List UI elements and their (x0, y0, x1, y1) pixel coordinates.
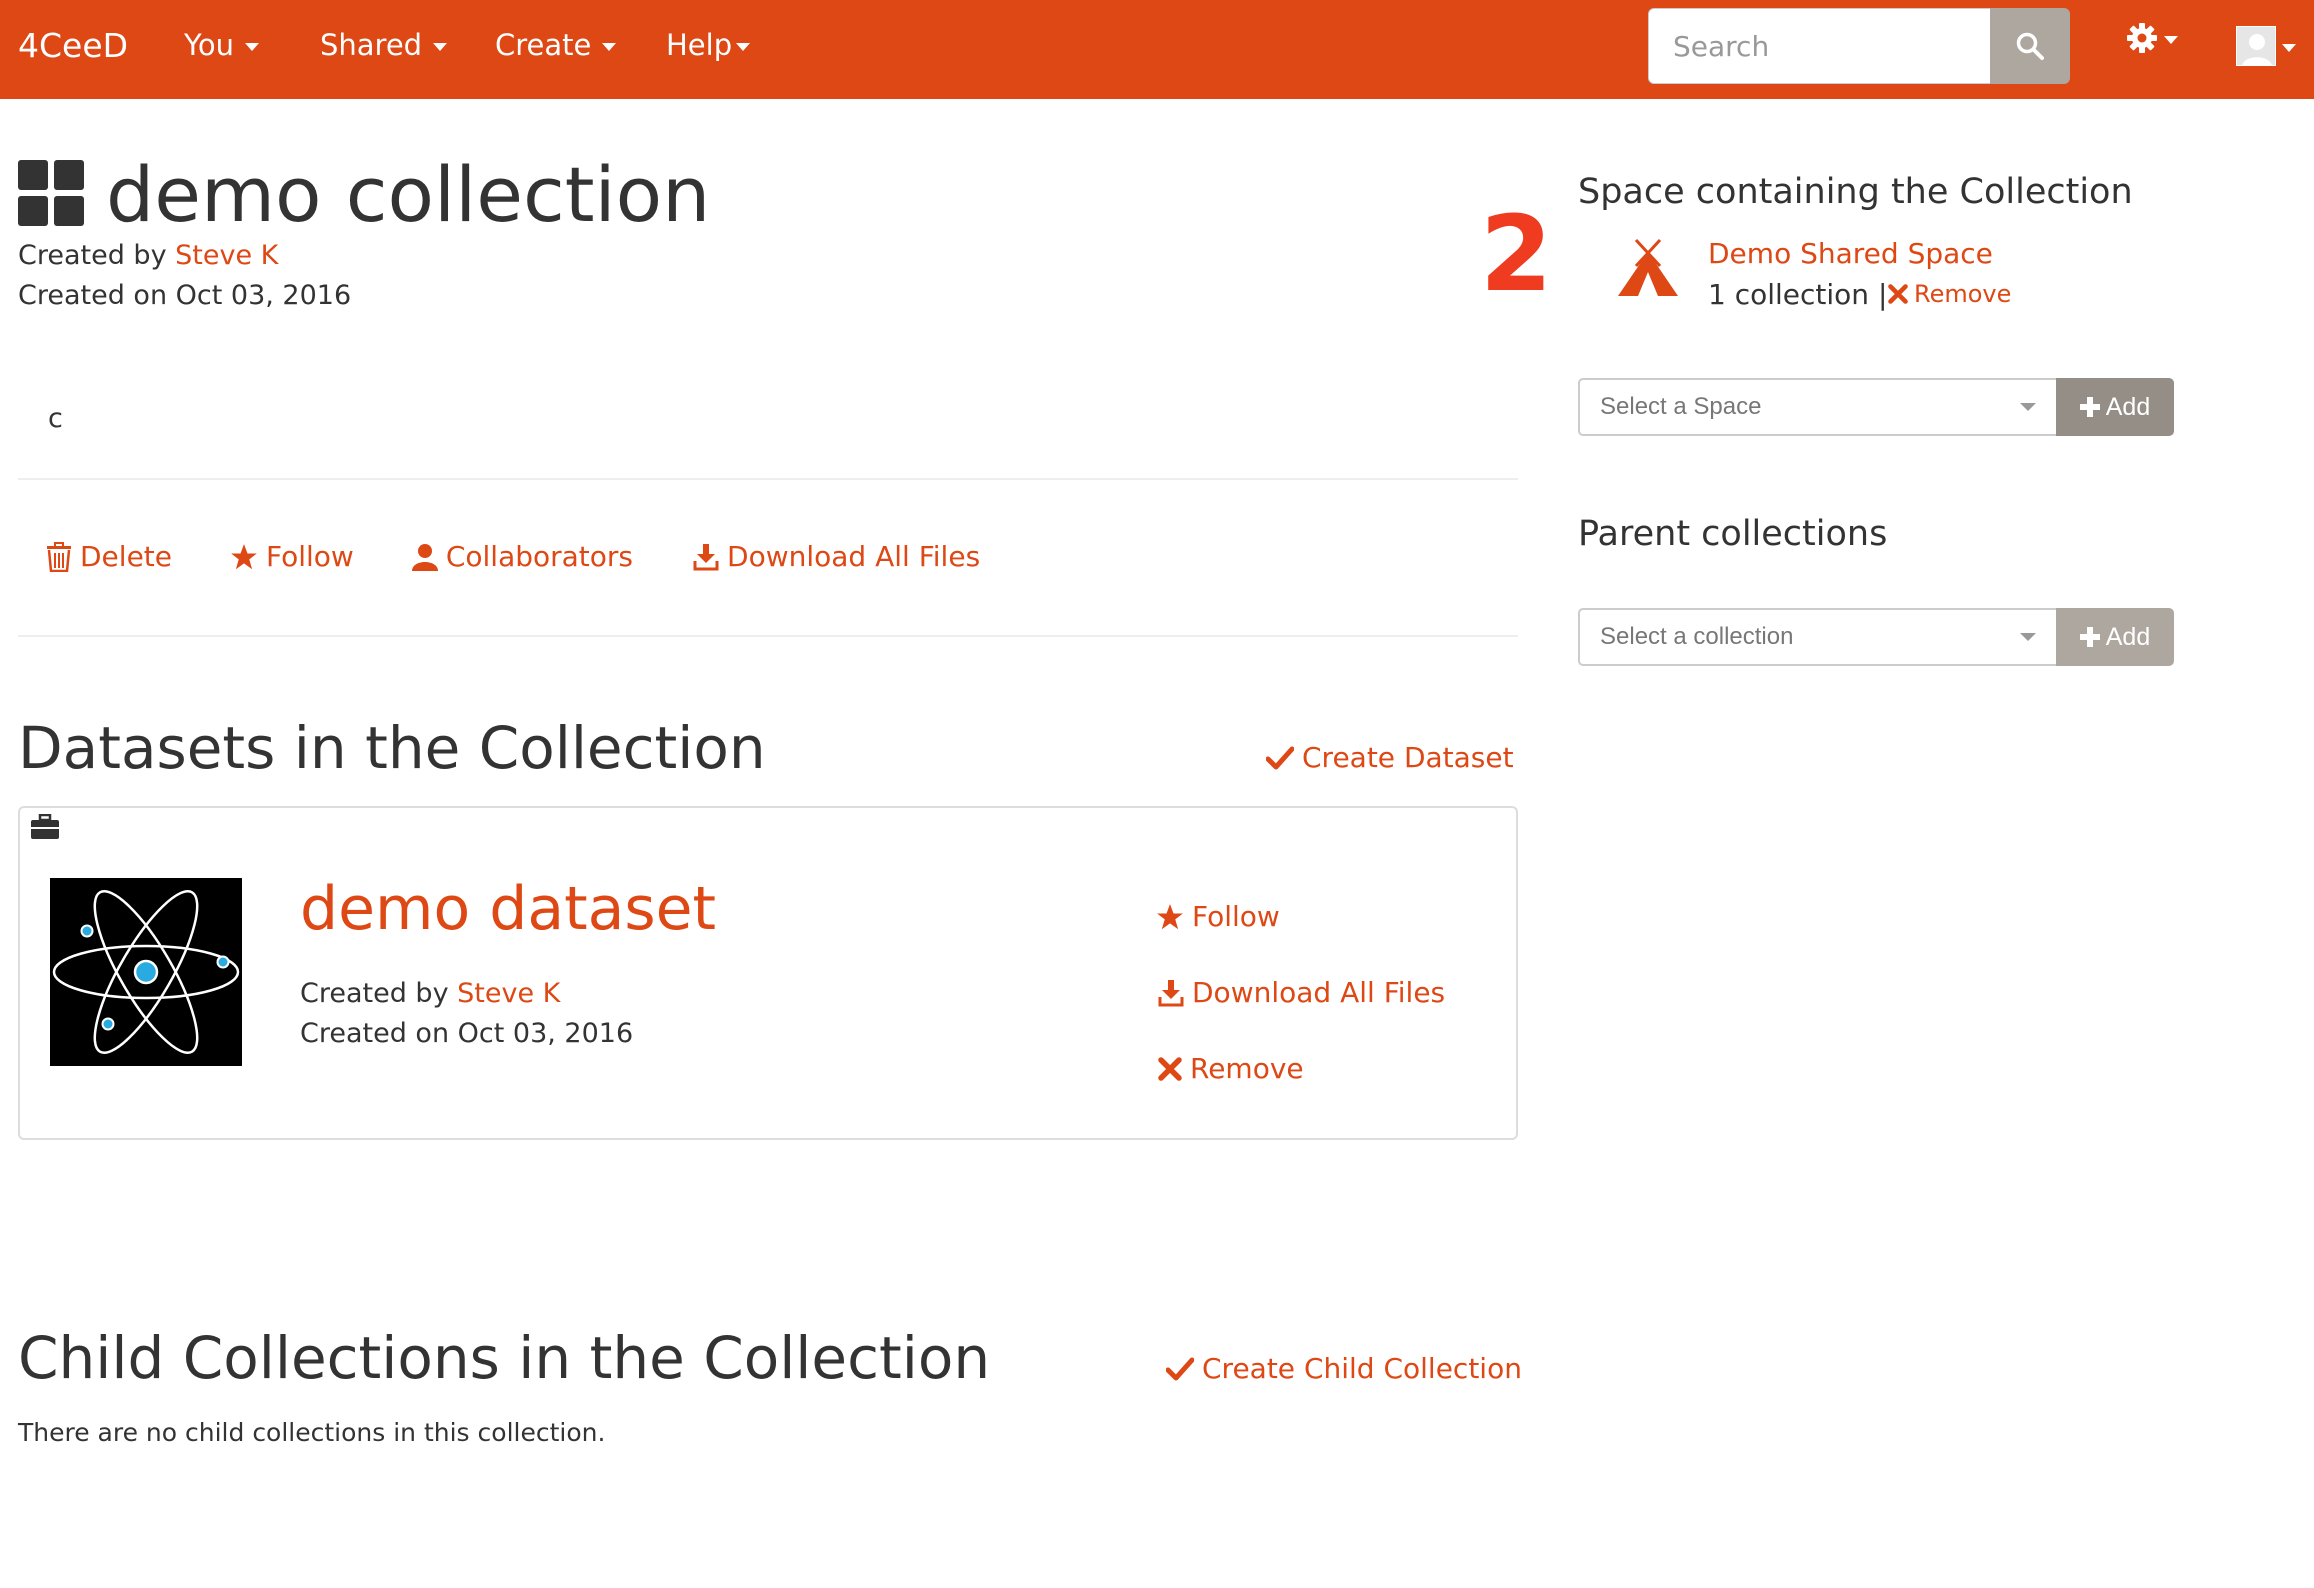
collection-select-placeholder: Select a collection (1600, 623, 1794, 650)
dataset-follow-label: Follow (1192, 900, 1280, 933)
space-remove-button[interactable]: Remove (1888, 280, 2011, 308)
add-parent-collection-label: Add (2105, 622, 2151, 651)
nav-menu-you[interactable]: You (184, 28, 259, 62)
collection-description: c (48, 403, 63, 434)
collection-created-on: Created on Oct 03, 2016 (18, 280, 352, 311)
trash-icon (47, 541, 71, 572)
caret-down-icon (602, 42, 617, 51)
collection-created-by: Created by Steve K (18, 240, 278, 271)
download-all-files-label: Download All Files (727, 540, 981, 573)
dataset-remove-button[interactable]: Remove (1158, 1052, 1304, 1085)
create-child-collection-label: Create Child Collection (1202, 1352, 1522, 1385)
caret-down-icon (2020, 633, 2036, 641)
nav-menu-shared-label: Shared (320, 28, 423, 62)
nav-menu-create-label: Create (495, 28, 592, 62)
star-icon (231, 543, 257, 569)
delete-button[interactable]: Delete (46, 540, 172, 573)
nav-menu-help-label: Help (666, 28, 733, 62)
dataset-created-on: Created on Oct 03, 2016 (300, 1018, 634, 1049)
datasets-heading: Datasets in the Collection (18, 714, 766, 782)
collection-select[interactable]: Select a collection (1578, 608, 2056, 666)
caret-down-icon (433, 42, 448, 51)
space-remove-label: Remove (1914, 280, 2012, 308)
dataset-card: demo dataset Created by Steve K Created … (18, 806, 1518, 1140)
nav-menu-help[interactable]: Help (666, 28, 751, 62)
close-icon (1158, 1056, 1182, 1081)
child-collections-heading: Child Collections in the Collection (18, 1324, 991, 1392)
user-avatar-icon (2237, 27, 2275, 65)
nav-menu-shared[interactable]: Shared (320, 28, 448, 62)
check-icon (1266, 746, 1294, 769)
caret-down-icon (2164, 35, 2178, 44)
divider (18, 478, 1518, 480)
dataset-follow-button[interactable]: Follow (1156, 900, 1280, 933)
user-icon (411, 543, 438, 571)
create-dataset-link[interactable]: Create Dataset (1266, 741, 1514, 774)
plus-icon (2079, 397, 2100, 417)
collection-actions: Delete Follow Collaborators Download All… (46, 540, 980, 573)
created-by-label: Created by (18, 240, 176, 271)
collection-grid-icon (18, 160, 84, 226)
settings-menu[interactable] (2126, 22, 2178, 54)
dataset-download-label: Download All Files (1192, 976, 1446, 1009)
add-space-button[interactable]: Add (2056, 378, 2174, 436)
check-icon (1166, 1357, 1194, 1380)
no-child-collections-text: There are no child collections in this c… (18, 1418, 606, 1447)
page-title: demo collection (106, 150, 711, 239)
user-avatar[interactable] (2236, 26, 2276, 66)
atom-icon (50, 878, 242, 1066)
close-icon (1888, 284, 1908, 304)
dataset-remove-label: Remove (1190, 1052, 1304, 1085)
create-child-collection-link[interactable]: Create Child Collection (1166, 1352, 1522, 1385)
brand-logo[interactable]: 4CeeD (18, 26, 128, 65)
plus-icon (2079, 627, 2100, 647)
search-button[interactable] (1990, 8, 2070, 84)
dataset-author-link[interactable]: Steve K (457, 978, 560, 1009)
create-dataset-label: Create Dataset (1302, 741, 1514, 774)
caret-down-icon[interactable] (2282, 44, 2296, 52)
caret-down-icon (736, 42, 751, 51)
download-all-files-button[interactable]: Download All Files (693, 540, 980, 573)
divider (18, 635, 1518, 637)
follow-label: Follow (266, 540, 354, 573)
briefcase-icon (31, 814, 59, 839)
space-heading: Space containing the Collection (1578, 172, 2133, 212)
parent-collections-heading: Parent collections (1578, 514, 1888, 554)
dataset-download-button[interactable]: Download All Files (1158, 976, 1445, 1009)
search-icon (2016, 32, 2044, 60)
star-icon (1157, 903, 1183, 929)
caret-down-icon (2020, 403, 2036, 411)
space-collection-count: 1 collection | (1708, 278, 1888, 311)
follow-button[interactable]: Follow (230, 540, 354, 573)
add-parent-collection-button[interactable]: Add (2056, 608, 2174, 666)
tent-icon (1618, 238, 1678, 296)
annotation-number: 2 (1480, 193, 1553, 315)
caret-down-icon (245, 42, 259, 51)
dataset-title-link[interactable]: demo dataset (300, 874, 716, 944)
delete-label: Delete (80, 540, 172, 573)
collaborators-button[interactable]: Collaborators (411, 540, 634, 573)
space-select-placeholder: Select a Space (1600, 393, 1762, 420)
gear-icon (2127, 23, 2157, 53)
search-input[interactable] (1648, 8, 1991, 84)
space-link[interactable]: Demo Shared Space (1708, 237, 1993, 270)
author-link[interactable]: Steve K (175, 240, 278, 271)
created-by-label: Created by (300, 978, 458, 1009)
download-icon (1158, 979, 1184, 1006)
dataset-thumbnail[interactable] (50, 878, 242, 1066)
collaborators-label: Collaborators (445, 540, 634, 573)
dataset-created-by: Created by Steve K (300, 978, 560, 1009)
download-icon (693, 543, 719, 570)
add-space-label: Add (2105, 392, 2151, 421)
top-navbar: 4CeeD You Shared Create Help (0, 0, 2314, 99)
nav-menu-you-label: You (184, 28, 234, 62)
nav-menu-create[interactable]: Create (495, 28, 617, 62)
space-select[interactable]: Select a Space (1578, 378, 2056, 436)
